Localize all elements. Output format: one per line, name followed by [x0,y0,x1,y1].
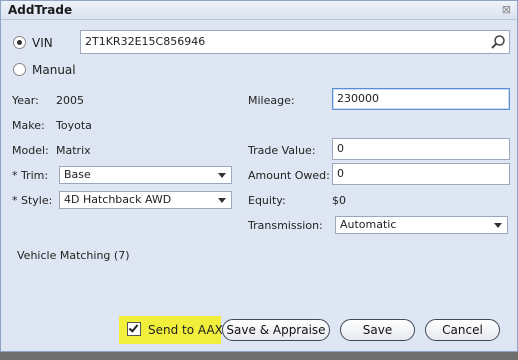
vin-value: 2T1KR32E15C856946 [85,35,206,48]
equity-value: $0 [332,194,346,207]
dialog-titlebar: AddTrade ⊠ [1,1,517,20]
amount-owed-input[interactable]: 0 [332,163,510,185]
amount-owed-value: 0 [337,167,344,180]
year-label: Year: [12,94,39,107]
save-appraise-button[interactable]: Save & Appraise [222,319,330,341]
style-select[interactable]: 4D Hatchback AWD [59,191,232,209]
year-value: 2005 [56,94,84,107]
make-value: Toyota [56,119,92,132]
trim-label: * Trim: [12,169,49,182]
checkmark-icon [128,322,139,333]
model-value: Matrix [56,144,91,157]
dialog-title: AddTrade [8,3,73,17]
transmission-value: Automatic [340,218,397,231]
mileage-input[interactable]: 230000 [332,88,510,110]
send-to-aax-checkbox[interactable] [127,322,141,336]
mileage-label: Mileage: [248,94,295,107]
vin-radio[interactable] [13,36,26,49]
vehicle-matching-text: Vehicle Matching [17,249,111,262]
vin-input[interactable]: 2T1KR32E15C856946 [80,30,510,54]
vehicle-matching-count: (7) [113,249,130,262]
add-trade-dialog: AddTrade ⊠ VIN 2T1KR32E15C856946 Manual … [0,0,518,352]
mileage-value: 230000 [337,92,379,105]
transmission-label: Transmission: [248,219,323,232]
style-label: * Style: [12,194,53,207]
trade-value-value: 0 [337,142,344,155]
amount-owed-label: Amount Owed: [248,169,330,182]
equity-label: Equity: [248,194,286,207]
chevron-down-icon [494,223,502,228]
chevron-down-icon [218,198,226,203]
transmission-select[interactable]: Automatic [335,216,508,234]
vehicle-matching-label[interactable]: Vehicle Matching (7) [17,249,130,262]
close-icon[interactable]: ⊠ [502,3,511,16]
save-button[interactable]: Save [340,319,415,341]
vin-radio-label: VIN [32,36,53,50]
search-icon[interactable] [490,34,506,50]
trade-value-input[interactable]: 0 [332,138,510,160]
trim-select[interactable]: Base [59,166,232,184]
send-to-aax-label: Send to AAX [148,323,223,337]
model-label: Model: [12,144,49,157]
cancel-button[interactable]: Cancel [425,319,500,341]
manual-radio[interactable] [13,63,26,76]
chevron-down-icon [218,173,226,178]
style-value: 4D Hatchback AWD [64,193,172,206]
trim-value: Base [64,168,91,181]
manual-radio-label: Manual [32,63,76,77]
trade-value-label: Trade Value: [248,144,316,157]
make-label: Make: [12,119,45,132]
